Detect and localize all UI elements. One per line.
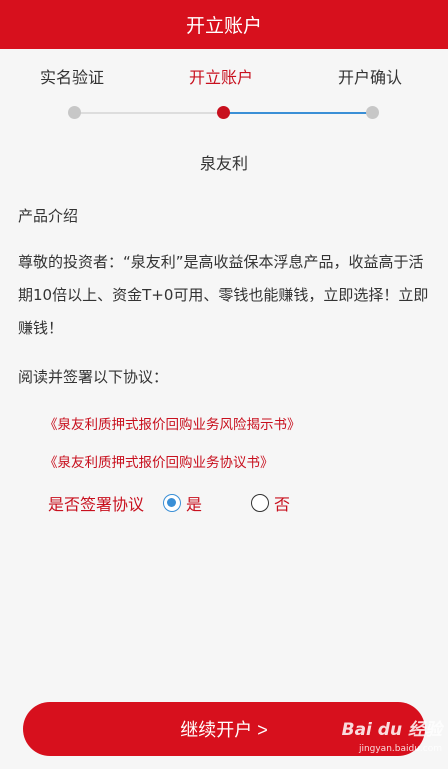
- step-dot-verify: [68, 106, 81, 119]
- product-name: 泉友利: [199, 154, 248, 173]
- watermark-url: jingyan.baidu.com: [358, 744, 442, 754]
- sign-label: 是否签署协议: [48, 495, 145, 514]
- agreements-label: 阅读并签署以下协议：: [18, 368, 169, 386]
- watermark-brand: Bai du 经验: [341, 720, 442, 740]
- step-dot-open-account: [217, 106, 230, 119]
- progress-track-pending: [223, 112, 373, 114]
- progress-steps: 实名验证 开立账户 开户确认: [0, 64, 448, 94]
- radio-yes-label[interactable]: 是: [186, 491, 202, 515]
- agreement-link-contract[interactable]: 《泉友利质押式报价回购业务协议书》: [44, 451, 274, 471]
- step-dot-confirm: [366, 106, 379, 119]
- step-label-confirm: 开户确认: [338, 68, 403, 87]
- watermark: Bai du 经验 jingyan.baidu.com: [326, 715, 442, 765]
- step-label-open-account: 开立账户: [189, 68, 254, 87]
- radio-yes[interactable]: [163, 494, 181, 512]
- radio-no[interactable]: [251, 494, 269, 512]
- radio-no-label[interactable]: 否: [274, 491, 290, 515]
- page-title: 开立账户: [185, 15, 262, 37]
- progress-track-done: [75, 112, 223, 114]
- product-description: 尊敬的投资者：“泉友利”是高收益保本浮息产品，收益高于活期10倍以上、资金T+0…: [18, 253, 429, 337]
- sign-agreement-row: 是否签署协议 是 否: [48, 491, 428, 515]
- step-label-verify: 实名验证: [40, 68, 105, 87]
- section-title: 产品介绍: [18, 207, 79, 225]
- app-header: 开立账户: [0, 0, 448, 49]
- agreement-link-risk[interactable]: 《泉友利质押式报价回购业务风险揭示书》: [44, 413, 301, 433]
